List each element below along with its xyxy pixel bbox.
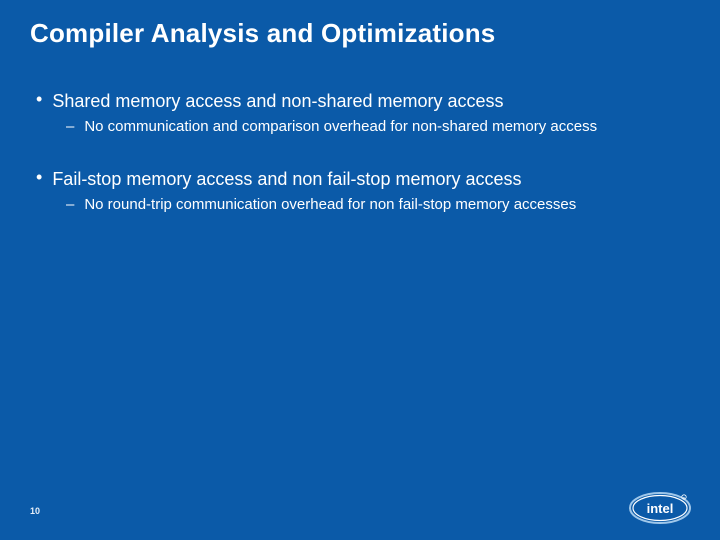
intel-logo-icon: intel R	[628, 486, 692, 526]
subbullet-text: No round-trip communication overhead for…	[84, 195, 576, 215]
bullet-text: Fail-stop memory access and non fail-sto…	[52, 167, 521, 191]
svg-text:intel: intel	[647, 501, 674, 516]
page-number: 10	[30, 506, 40, 516]
bullet-group-2: • Fail-stop memory access and non fail-s…	[30, 167, 690, 215]
bullet-level2: – No round-trip communication overhead f…	[30, 195, 690, 215]
bullet-level2: – No communication and comparison overhe…	[30, 117, 690, 137]
bullet-dash-icon: –	[66, 195, 74, 215]
bullet-level1: • Fail-stop memory access and non fail-s…	[30, 167, 690, 191]
bullet-dash-icon: –	[66, 117, 74, 137]
bullet-level1: • Shared memory access and non-shared me…	[30, 89, 690, 113]
slide-title: Compiler Analysis and Optimizations	[30, 18, 690, 49]
subbullet-text: No communication and comparison overhead…	[84, 117, 597, 137]
bullet-group-1: • Shared memory access and non-shared me…	[30, 89, 690, 137]
slide: Compiler Analysis and Optimizations • Sh…	[0, 0, 720, 540]
bullet-text: Shared memory access and non-shared memo…	[52, 89, 503, 113]
bullet-dot-icon: •	[36, 89, 42, 109]
bullet-dot-icon: •	[36, 167, 42, 187]
